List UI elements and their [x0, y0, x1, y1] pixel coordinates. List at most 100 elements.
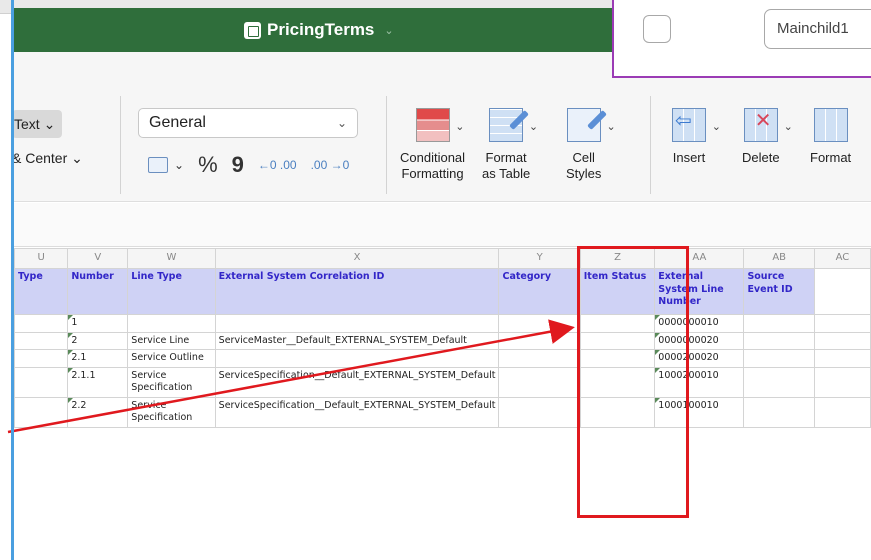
window-border: [11, 0, 14, 560]
checkbox[interactable]: [643, 15, 671, 43]
table-cell[interactable]: [14, 349, 69, 368]
table-cell[interactable]: [14, 396, 69, 428]
format-as-table-label: Format: [485, 150, 527, 165]
table-cell[interactable]: [743, 314, 815, 333]
percent-button[interactable]: %: [198, 152, 218, 178]
table-cell[interactable]: [14, 314, 69, 333]
table-cell[interactable]: 1: [67, 314, 129, 333]
format-cells-icon: [813, 108, 848, 142]
table-cell[interactable]: [743, 349, 815, 368]
table-row: 2.1.1 Service Specification ServiceSpecifi…: [14, 366, 871, 398]
column-header-y[interactable]: Y: [498, 248, 581, 269]
spreadsheet-grid[interactable]: U V W X Y Z AA AB AC Type Number Line Type External …: [14, 248, 871, 560]
table-cell[interactable]: [214, 314, 500, 333]
table-cell[interactable]: [813, 314, 871, 333]
table-cell[interactable]: [498, 396, 581, 428]
table-cell[interactable]: Service Specification: [127, 366, 216, 398]
table-cell[interactable]: ServiceMaster__Default_EXTERNAL_SYSTEM_D…: [214, 331, 500, 350]
conditional-formatting-label: Conditional: [400, 150, 466, 165]
chevron-down-icon: ⌄: [71, 150, 83, 166]
divider: [386, 96, 387, 194]
chevron-down-icon: ⌄: [336, 116, 347, 130]
format-label: Format: [810, 150, 852, 165]
table-cell[interactable]: [813, 366, 871, 398]
table-cell[interactable]: 2.1.1: [67, 366, 129, 398]
chevron-down-icon: ⌄: [455, 121, 465, 133]
cell-styles-button[interactable]: ⌄ Cell Styles: [566, 108, 616, 182]
column-header-v[interactable]: V: [67, 248, 129, 269]
formula-bar[interactable]: [14, 203, 871, 247]
increase-decimal-button[interactable]: ←0 .00: [258, 158, 297, 172]
wrap-text-label: Text: [14, 116, 40, 132]
table-cell[interactable]: ServiceSpecification__Default_EXTERNAL_S…: [214, 396, 500, 428]
header-cell[interactable]: External System Correlation ID: [214, 268, 500, 315]
column-header-u[interactable]: U: [14, 248, 69, 269]
table-cell[interactable]: [14, 331, 69, 350]
table-cell[interactable]: 2: [67, 331, 129, 350]
header-cell[interactable]: Line Type: [127, 268, 216, 315]
table-cell[interactable]: [743, 366, 815, 398]
wrap-text-button[interactable]: Text ⌄: [12, 110, 62, 138]
column-header-ac[interactable]: AC: [813, 248, 871, 269]
workbook-icon: [244, 21, 261, 39]
table-cell[interactable]: [813, 349, 871, 368]
table-cell[interactable]: Service Outline: [127, 349, 216, 368]
header-cell[interactable]: Category: [498, 268, 581, 315]
format-cells-button[interactable]: Format: [810, 108, 851, 166]
excel-window: PricingTerms ⌄ Text ⌄ & Center ⌄ General…: [0, 0, 871, 560]
table-cell[interactable]: [214, 349, 500, 368]
header-cell[interactable]: Source Event ID: [743, 268, 815, 315]
column-header-w[interactable]: W: [127, 248, 216, 269]
field-header-row: Type Number Line Type External System Corre…: [14, 268, 871, 315]
table-cell[interactable]: [498, 366, 581, 398]
table-cell[interactable]: [813, 396, 871, 428]
name-input[interactable]: Mainchild1: [764, 9, 871, 49]
conditional-formatting-button[interactable]: ⌄ Conditional Formatting: [400, 108, 465, 182]
decrease-decimal-button[interactable]: .00 →0: [311, 158, 350, 172]
table-cell[interactable]: [743, 396, 815, 428]
merge-center-button[interactable]: & Center ⌄: [12, 150, 83, 167]
table-cell[interactable]: [498, 314, 581, 333]
column-header-ab[interactable]: AB: [743, 248, 815, 269]
table-cell[interactable]: [498, 349, 581, 368]
insert-cells-icon: ⌄: [672, 108, 721, 142]
column-header-row: U V W X Y Z AA AB AC: [14, 248, 871, 269]
table-cell[interactable]: [813, 331, 871, 350]
number-format-value: General: [149, 114, 206, 131]
table-cell[interactable]: ServiceSpecification__Default_EXTERNAL_S…: [214, 366, 500, 398]
cell-styles-icon: ⌄: [566, 108, 616, 142]
table-cell[interactable]: 2.1: [67, 349, 129, 368]
header-cell[interactable]: Number: [67, 268, 129, 315]
format-as-table-label-2: as Table: [482, 166, 531, 181]
highlight-box: [577, 246, 689, 518]
insert-button[interactable]: ⌄ Insert: [672, 108, 721, 166]
table-cell[interactable]: Service Specification: [127, 396, 216, 428]
table-cell[interactable]: [498, 331, 581, 350]
table-cell[interactable]: Service Line: [127, 331, 216, 350]
number-format-select[interactable]: General ⌄: [138, 108, 358, 138]
table-cell[interactable]: [127, 314, 216, 333]
overlay-panel: Mainchild1: [612, 0, 871, 78]
table-cell[interactable]: 2.2: [67, 396, 129, 428]
chevron-down-icon: ⌄: [711, 121, 721, 133]
currency-format-button[interactable]: ⌄: [148, 157, 184, 173]
merge-center-label: & Center: [12, 150, 68, 166]
sheet-table[interactable]: U V W X Y Z AA AB AC Type Number Line Type External …: [14, 248, 871, 428]
chevron-down-icon[interactable]: ⌄: [384, 24, 393, 37]
comma-style-button[interactable]: 9: [232, 152, 244, 178]
format-as-table-icon: ⌄: [489, 108, 538, 142]
header-cell[interactable]: [813, 268, 871, 315]
table-row: 1 0000000010: [14, 314, 871, 333]
number-format-tools: ⌄ % 9 ←0 .00 .00 →0: [148, 152, 349, 178]
header-cell[interactable]: Type: [14, 268, 69, 315]
chevron-down-icon: ⌄: [528, 121, 539, 133]
format-as-table-button[interactable]: ⌄ Format as Table: [482, 108, 538, 182]
table-cell[interactable]: [14, 366, 69, 398]
cell-styles-label-2: Styles: [566, 166, 602, 181]
delete-button[interactable]: ⌄ Delete: [742, 108, 793, 166]
delete-cells-icon: ⌄: [743, 108, 793, 142]
currency-icon: [148, 157, 168, 173]
table-cell[interactable]: [743, 331, 815, 350]
column-header-x[interactable]: X: [214, 248, 500, 269]
cell-styles-label: Cell: [572, 150, 595, 165]
